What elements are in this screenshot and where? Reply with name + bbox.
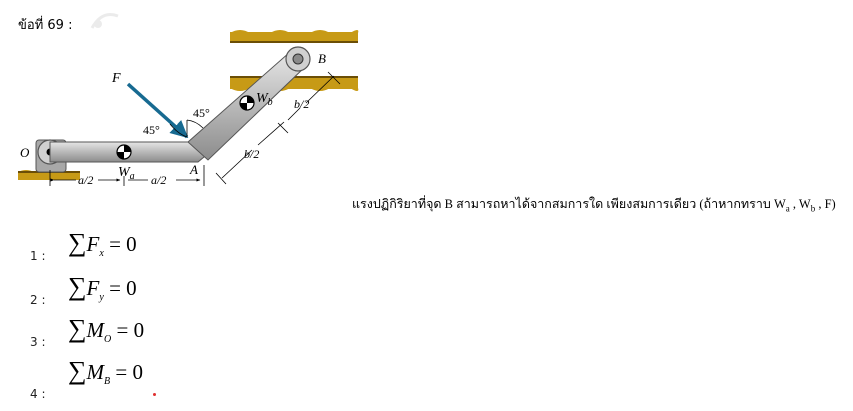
option-number: 1 : (30, 249, 46, 264)
point-A-label: A (189, 162, 198, 177)
option-number: 2 : (30, 293, 46, 308)
force-label: F (111, 71, 121, 86)
option-2[interactable]: 2 : ∑Fy = 0 (30, 272, 137, 307)
option-number: 3 : (30, 335, 46, 350)
dim-a-left-label: a/2 (78, 173, 93, 187)
option-1[interactable]: 1 : ∑Fx = 0 (30, 228, 137, 263)
option-number: 4 : (30, 387, 46, 402)
option-equation: ∑Fx = 0 (68, 228, 137, 260)
question-text: แรงปฏิกิริยาที่จุด B สามารถหาได้จากสมการ… (352, 197, 836, 214)
cg-marker-b (239, 95, 255, 111)
roller-B (285, 46, 311, 72)
angle-left-label: 45° (143, 123, 160, 137)
weight-a-label: Wa (118, 165, 135, 182)
dim-b-lower-label: b/2 (244, 147, 259, 161)
option-equation: ∑Fy = 0 (68, 272, 137, 304)
cg-marker-a (116, 144, 132, 160)
point-O-label: O (20, 145, 30, 160)
point-B-label: B (318, 51, 326, 66)
option-equation: ∑MO = 0 (68, 314, 145, 346)
option-4[interactable]: 4 : ∑MB = 0 (30, 356, 143, 401)
angle-right-label: 45° (193, 106, 210, 120)
option-equation: ∑MB = 0 (68, 356, 143, 388)
red-dot-mark (153, 393, 156, 396)
dim-b-upper-label: b/2 (294, 97, 309, 111)
upper-ground (230, 30, 359, 43)
dim-a-right-label: a/2 (151, 173, 166, 187)
option-3[interactable]: 3 : ∑MO = 0 (30, 314, 145, 349)
